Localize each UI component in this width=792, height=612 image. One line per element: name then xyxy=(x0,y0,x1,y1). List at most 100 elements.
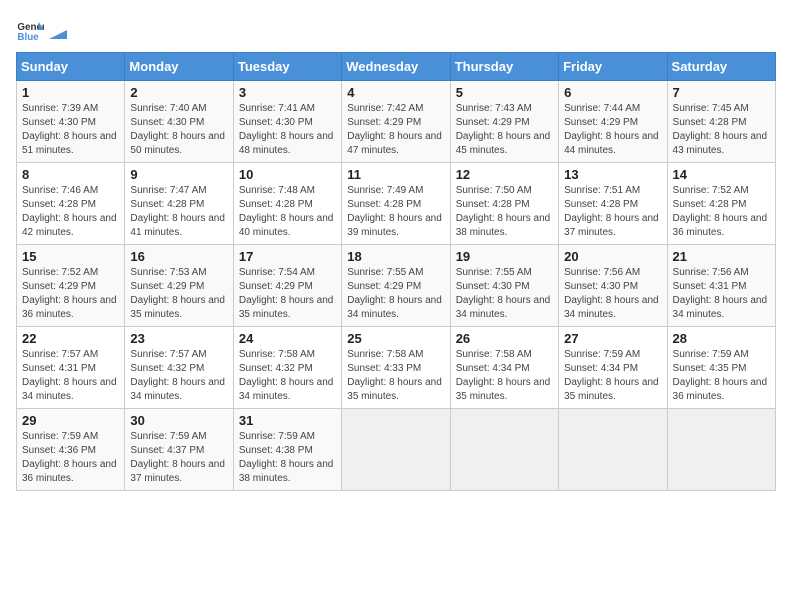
sunset-label: Sunset: 4:28 PM xyxy=(673,199,747,210)
day-number: 4 xyxy=(347,85,444,100)
day-info: Sunrise: 7:58 AM Sunset: 4:33 PM Dayligh… xyxy=(347,348,444,404)
sunrise-label: Sunrise: 7:51 AM xyxy=(564,185,640,196)
day-number: 9 xyxy=(130,167,227,182)
daylight-label: Daylight: 8 hours and 50 minutes. xyxy=(130,131,225,156)
logo-icon: General Blue xyxy=(16,16,44,44)
calendar-week-row: 1 Sunrise: 7:39 AM Sunset: 4:30 PM Dayli… xyxy=(17,81,776,163)
day-number: 13 xyxy=(564,167,661,182)
sunrise-label: Sunrise: 7:56 AM xyxy=(673,267,749,278)
daylight-label: Daylight: 8 hours and 37 minutes. xyxy=(564,213,659,238)
sunset-label: Sunset: 4:37 PM xyxy=(130,445,204,456)
sunset-label: Sunset: 4:36 PM xyxy=(22,445,96,456)
day-number: 25 xyxy=(347,331,444,346)
daylight-label: Daylight: 8 hours and 35 minutes. xyxy=(564,377,659,402)
daylight-label: Daylight: 8 hours and 36 minutes. xyxy=(673,377,768,402)
calendar-day-cell: 4 Sunrise: 7:42 AM Sunset: 4:29 PM Dayli… xyxy=(342,81,450,163)
sunset-label: Sunset: 4:38 PM xyxy=(239,445,313,456)
day-number: 15 xyxy=(22,249,119,264)
calendar-day-cell xyxy=(450,409,558,491)
sunset-label: Sunset: 4:30 PM xyxy=(564,281,638,292)
sunrise-label: Sunrise: 7:59 AM xyxy=(130,431,206,442)
sunset-label: Sunset: 4:34 PM xyxy=(564,363,638,374)
calendar-week-row: 22 Sunrise: 7:57 AM Sunset: 4:31 PM Dayl… xyxy=(17,327,776,409)
calendar-day-cell: 25 Sunrise: 7:58 AM Sunset: 4:33 PM Dayl… xyxy=(342,327,450,409)
sunrise-label: Sunrise: 7:49 AM xyxy=(347,185,423,196)
daylight-label: Daylight: 8 hours and 34 minutes. xyxy=(22,377,117,402)
day-info: Sunrise: 7:46 AM Sunset: 4:28 PM Dayligh… xyxy=(22,184,119,240)
calendar-day-cell: 30 Sunrise: 7:59 AM Sunset: 4:37 PM Dayl… xyxy=(125,409,233,491)
sunset-label: Sunset: 4:29 PM xyxy=(130,281,204,292)
day-info: Sunrise: 7:40 AM Sunset: 4:30 PM Dayligh… xyxy=(130,102,227,158)
sunrise-label: Sunrise: 7:44 AM xyxy=(564,103,640,114)
sunset-label: Sunset: 4:32 PM xyxy=(130,363,204,374)
daylight-label: Daylight: 8 hours and 38 minutes. xyxy=(456,213,551,238)
day-info: Sunrise: 7:49 AM Sunset: 4:28 PM Dayligh… xyxy=(347,184,444,240)
day-number: 1 xyxy=(22,85,119,100)
day-info: Sunrise: 7:57 AM Sunset: 4:32 PM Dayligh… xyxy=(130,348,227,404)
sunrise-label: Sunrise: 7:55 AM xyxy=(347,267,423,278)
calendar-day-cell: 11 Sunrise: 7:49 AM Sunset: 4:28 PM Dayl… xyxy=(342,163,450,245)
day-info: Sunrise: 7:59 AM Sunset: 4:35 PM Dayligh… xyxy=(673,348,770,404)
calendar-day-cell: 14 Sunrise: 7:52 AM Sunset: 4:28 PM Dayl… xyxy=(667,163,775,245)
calendar-day-cell: 9 Sunrise: 7:47 AM Sunset: 4:28 PM Dayli… xyxy=(125,163,233,245)
daylight-label: Daylight: 8 hours and 42 minutes. xyxy=(22,213,117,238)
daylight-label: Daylight: 8 hours and 34 minutes. xyxy=(564,295,659,320)
sunrise-label: Sunrise: 7:58 AM xyxy=(239,349,315,360)
weekday-header: Monday xyxy=(125,53,233,81)
weekday-header: Tuesday xyxy=(233,53,341,81)
weekday-header: Saturday xyxy=(667,53,775,81)
day-info: Sunrise: 7:42 AM Sunset: 4:29 PM Dayligh… xyxy=(347,102,444,158)
sunset-label: Sunset: 4:29 PM xyxy=(347,281,421,292)
calendar-day-cell: 1 Sunrise: 7:39 AM Sunset: 4:30 PM Dayli… xyxy=(17,81,125,163)
calendar-day-cell: 7 Sunrise: 7:45 AM Sunset: 4:28 PM Dayli… xyxy=(667,81,775,163)
day-number: 8 xyxy=(22,167,119,182)
day-info: Sunrise: 7:58 AM Sunset: 4:34 PM Dayligh… xyxy=(456,348,553,404)
day-info: Sunrise: 7:48 AM Sunset: 4:28 PM Dayligh… xyxy=(239,184,336,240)
day-number: 20 xyxy=(564,249,661,264)
calendar-day-cell: 23 Sunrise: 7:57 AM Sunset: 4:32 PM Dayl… xyxy=(125,327,233,409)
sunset-label: Sunset: 4:29 PM xyxy=(239,281,313,292)
sunrise-label: Sunrise: 7:59 AM xyxy=(239,431,315,442)
calendar-day-cell: 8 Sunrise: 7:46 AM Sunset: 4:28 PM Dayli… xyxy=(17,163,125,245)
day-info: Sunrise: 7:53 AM Sunset: 4:29 PM Dayligh… xyxy=(130,266,227,322)
logo: General Blue xyxy=(16,16,68,44)
daylight-label: Daylight: 8 hours and 36 minutes. xyxy=(22,295,117,320)
daylight-label: Daylight: 8 hours and 36 minutes. xyxy=(22,459,117,484)
day-number: 18 xyxy=(347,249,444,264)
sunrise-label: Sunrise: 7:52 AM xyxy=(673,185,749,196)
calendar-day-cell: 20 Sunrise: 7:56 AM Sunset: 4:30 PM Dayl… xyxy=(559,245,667,327)
sunset-label: Sunset: 4:28 PM xyxy=(456,199,530,210)
daylight-label: Daylight: 8 hours and 47 minutes. xyxy=(347,131,442,156)
sunrise-label: Sunrise: 7:53 AM xyxy=(130,267,206,278)
daylight-label: Daylight: 8 hours and 40 minutes. xyxy=(239,213,334,238)
header: General Blue xyxy=(16,16,776,44)
sunset-label: Sunset: 4:31 PM xyxy=(22,363,96,374)
weekday-header: Friday xyxy=(559,53,667,81)
calendar-day-cell: 29 Sunrise: 7:59 AM Sunset: 4:36 PM Dayl… xyxy=(17,409,125,491)
calendar-day-cell: 21 Sunrise: 7:56 AM Sunset: 4:31 PM Dayl… xyxy=(667,245,775,327)
daylight-label: Daylight: 8 hours and 51 minutes. xyxy=(22,131,117,156)
daylight-label: Daylight: 8 hours and 34 minutes. xyxy=(130,377,225,402)
day-number: 24 xyxy=(239,331,336,346)
svg-text:Blue: Blue xyxy=(17,32,39,43)
calendar-day-cell: 26 Sunrise: 7:58 AM Sunset: 4:34 PM Dayl… xyxy=(450,327,558,409)
sunset-label: Sunset: 4:29 PM xyxy=(564,117,638,128)
day-info: Sunrise: 7:41 AM Sunset: 4:30 PM Dayligh… xyxy=(239,102,336,158)
sunrise-label: Sunrise: 7:46 AM xyxy=(22,185,98,196)
sunrise-label: Sunrise: 7:56 AM xyxy=(564,267,640,278)
sunset-label: Sunset: 4:28 PM xyxy=(239,199,313,210)
daylight-label: Daylight: 8 hours and 38 minutes. xyxy=(239,459,334,484)
day-number: 22 xyxy=(22,331,119,346)
calendar-day-cell: 31 Sunrise: 7:59 AM Sunset: 4:38 PM Dayl… xyxy=(233,409,341,491)
sunrise-label: Sunrise: 7:50 AM xyxy=(456,185,532,196)
day-number: 31 xyxy=(239,413,336,428)
sunset-label: Sunset: 4:33 PM xyxy=(347,363,421,374)
calendar-day-cell: 22 Sunrise: 7:57 AM Sunset: 4:31 PM Dayl… xyxy=(17,327,125,409)
daylight-label: Daylight: 8 hours and 35 minutes. xyxy=(347,377,442,402)
daylight-label: Daylight: 8 hours and 37 minutes. xyxy=(130,459,225,484)
day-info: Sunrise: 7:55 AM Sunset: 4:30 PM Dayligh… xyxy=(456,266,553,322)
day-info: Sunrise: 7:44 AM Sunset: 4:29 PM Dayligh… xyxy=(564,102,661,158)
calendar-day-cell xyxy=(559,409,667,491)
day-number: 26 xyxy=(456,331,553,346)
daylight-label: Daylight: 8 hours and 41 minutes. xyxy=(130,213,225,238)
